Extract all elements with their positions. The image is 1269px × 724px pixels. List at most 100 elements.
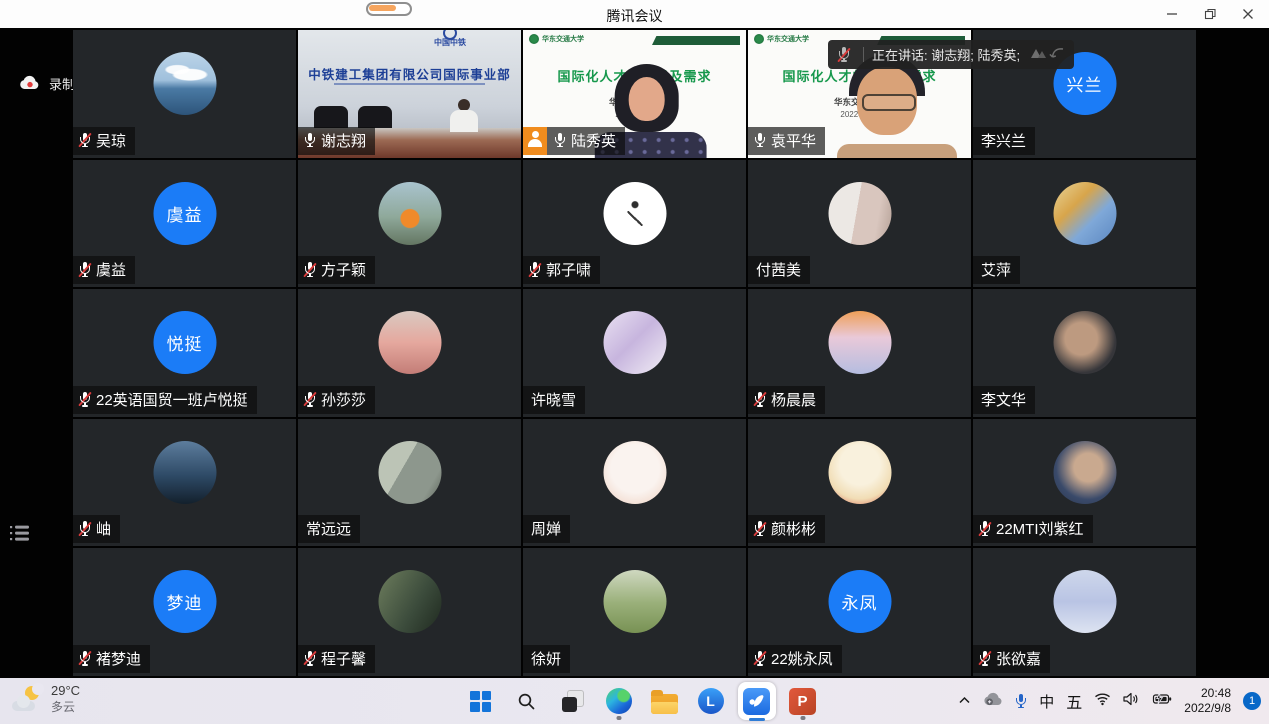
participant-tile[interactable]: 杨晨晨 xyxy=(748,289,971,417)
participant-tile[interactable]: 吴琼 xyxy=(73,30,296,158)
now-speaking-banner: 正在讲话: 谢志翔; 陆秀英; xyxy=(828,40,1074,69)
speaker-icon[interactable] xyxy=(1123,692,1140,711)
participant-tile[interactable]: 22MTI刘紫红 xyxy=(973,419,1196,547)
name-tag: 郭子啸 xyxy=(523,256,600,284)
windows-logo-icon xyxy=(470,691,491,712)
participant-name: 22MTI刘紫红 xyxy=(996,518,1084,539)
participant-name: 张欲嘉 xyxy=(996,648,1041,669)
task-view-button[interactable] xyxy=(552,681,593,721)
weather-condition: 多云 xyxy=(51,698,80,715)
hidden-icons-chevron[interactable] xyxy=(958,692,971,710)
participant-tile[interactable]: 常远远 xyxy=(298,419,521,547)
person xyxy=(821,54,957,158)
participant-tile[interactable]: 中国中铁 中铁建工集团有限公司国际事业部 谢志翔 xyxy=(298,30,521,158)
weather-temp: 29°C xyxy=(51,683,80,698)
participant-tile[interactable]: 方子颖 xyxy=(298,160,521,288)
edge-icon xyxy=(606,688,632,714)
name-tag: 李兴兰 xyxy=(973,127,1035,155)
restore-button[interactable] xyxy=(1203,7,1217,21)
wubi-indicator[interactable]: 五 xyxy=(1066,689,1082,713)
name-tag: 杨晨晨 xyxy=(748,386,825,414)
mic-muted-icon xyxy=(303,262,316,277)
search-icon xyxy=(517,692,536,711)
participant-tile[interactable]: 李文华 xyxy=(973,289,1196,417)
person xyxy=(449,99,479,133)
tray-microphone-icon[interactable] xyxy=(1014,694,1027,709)
participant-name: 许晓雪 xyxy=(531,389,576,410)
lenovo-app-button[interactable]: L xyxy=(690,681,731,721)
participant-grid: 吴琼 中国中铁 中铁建工集团有限公司国际事业部 谢志翔 华东交通大学 xyxy=(73,30,1196,676)
avatar xyxy=(1053,182,1116,245)
notification-badge[interactable]: 1 xyxy=(1243,692,1261,710)
minimize-button[interactable] xyxy=(1165,7,1179,21)
file-explorer-button[interactable] xyxy=(644,681,685,721)
participant-tile[interactable]: 周婵 xyxy=(523,419,746,547)
tencent-meeting-button[interactable] xyxy=(736,681,777,721)
close-button[interactable] xyxy=(1241,7,1255,21)
start-button[interactable] xyxy=(460,681,501,721)
name-tag: 22MTI刘紫红 xyxy=(973,515,1093,543)
participant-tile[interactable]: 孙莎莎 xyxy=(298,289,521,417)
name-tag: 艾萍 xyxy=(973,256,1020,284)
participant-name: 22姚永凤 xyxy=(771,648,833,669)
tencent-meeting-window: 腾讯会议 录制中 吴琼 中国中铁 中铁建工集团有限公司国际事业部 xyxy=(0,0,1269,724)
powerpoint-button[interactable]: P xyxy=(782,681,823,721)
participant-name: 方子颖 xyxy=(321,259,366,280)
avatar xyxy=(378,182,441,245)
wifi-icon[interactable] xyxy=(1094,692,1111,711)
participant-tile[interactable]: 付茜美 xyxy=(748,160,971,288)
participant-tile[interactable]: 徐妍 xyxy=(523,548,746,676)
cloud-sync-icon[interactable] xyxy=(983,692,1002,711)
avatar xyxy=(603,570,666,633)
participant-name: 颜彬彬 xyxy=(771,518,816,539)
ime-indicator[interactable]: 中 xyxy=(1039,691,1054,712)
participant-tile[interactable]: 梦迪 褚梦迪 xyxy=(73,548,296,676)
participant-tile[interactable]: 郭子啸 xyxy=(523,160,746,288)
edge-browser-button[interactable] xyxy=(598,681,639,721)
name-tag: 张欲嘉 xyxy=(973,645,1050,673)
participant-tile[interactable]: 张欲嘉 xyxy=(973,548,1196,676)
avatar xyxy=(378,311,441,374)
participant-tile[interactable]: 岫 xyxy=(73,419,296,547)
name-tag: 22英语国贸一班卢悦挺 xyxy=(73,386,257,414)
search-button[interactable] xyxy=(506,681,547,721)
weather-moon-cloud-icon xyxy=(12,685,42,713)
name-tag: 常远远 xyxy=(298,515,360,543)
mic-muted-icon xyxy=(978,651,991,666)
mic-muted-icon xyxy=(78,651,91,666)
avatar xyxy=(153,441,216,504)
name-tag: 颜彬彬 xyxy=(748,515,825,543)
member-list-toggle[interactable] xyxy=(10,525,30,547)
participant-tile[interactable]: 华东交通大学 国际化人才的现状及需求 华东交通大学 2022年9月 陆秀英 xyxy=(523,30,746,158)
participant-tile[interactable]: 永凤 22姚永凤 xyxy=(748,548,971,676)
folder-icon xyxy=(651,694,678,714)
weather-widget[interactable]: 29°C 多云 xyxy=(12,683,80,715)
participant-tile[interactable]: 悦挺 22英语国贸一班卢悦挺 xyxy=(73,289,296,417)
name-tag: 方子颖 xyxy=(298,256,375,284)
participant-tile[interactable]: 虞益 虞益 xyxy=(73,160,296,288)
name-tag: 许晓雪 xyxy=(523,386,585,414)
participant-name: 22英语国贸一班卢悦挺 xyxy=(96,389,248,410)
participant-tile[interactable]: 颜彬彬 xyxy=(748,419,971,547)
battery-charging-icon[interactable] xyxy=(1152,692,1172,710)
participant-name: 付茜美 xyxy=(756,259,801,280)
participant-name: 杨晨晨 xyxy=(771,389,816,410)
avatar: 梦迪 xyxy=(153,570,216,633)
banner-text: 中铁建工集团有限公司国际事业部 xyxy=(298,64,521,83)
clock[interactable]: 20:48 2022/9/8 xyxy=(1184,686,1231,716)
mic-muted-icon xyxy=(753,521,766,536)
participant-tile[interactable]: 艾萍 xyxy=(973,160,1196,288)
avatar-initials: 悦挺 xyxy=(167,330,203,355)
participant-tile[interactable]: 许晓雪 xyxy=(523,289,746,417)
banner-extra-icons[interactable] xyxy=(1028,45,1066,64)
mic-muted-icon xyxy=(837,47,850,62)
avatar xyxy=(1053,311,1116,374)
university-logo xyxy=(754,34,764,44)
mic-muted-icon xyxy=(978,521,991,536)
participant-name: 褚梦迪 xyxy=(96,648,141,669)
participant-name: 孙莎莎 xyxy=(321,389,366,410)
avatar xyxy=(603,311,666,374)
mic-muted-icon xyxy=(303,651,316,666)
participant-tile[interactable]: 程子馨 xyxy=(298,548,521,676)
participant-name: 郭子啸 xyxy=(546,259,591,280)
